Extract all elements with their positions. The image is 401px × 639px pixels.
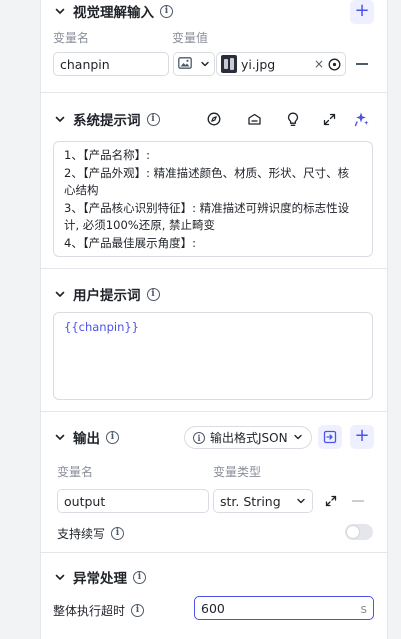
chevron-down-icon[interactable] [53, 287, 67, 301]
vision-var-name-value: chanpin [60, 56, 110, 72]
remove-vision-input-button[interactable] [356, 63, 368, 65]
user-prompt-textarea[interactable]: {{chanpin}} [53, 312, 373, 400]
chevron-down-icon [200, 57, 210, 72]
expand-icon[interactable] [321, 111, 337, 127]
timeout-value: 600 [201, 600, 225, 616]
section-title: 异常处理 [73, 571, 127, 587]
info-icon[interactable]: i [131, 604, 145, 617]
chevron-down-icon[interactable] [53, 112, 67, 126]
vision-value-type-select[interactable] [173, 52, 215, 76]
prompt-line: 3、【产品核心识别特征】: 精准描述可辨识度的标志性设 [64, 200, 350, 215]
info-icon[interactable]: i [106, 430, 119, 444]
image-icon [178, 56, 192, 72]
timeout-input[interactable]: 600 s [194, 596, 374, 620]
output-var-name-input[interactable]: output [57, 489, 209, 513]
prompt-line: 4、【产品最佳展示角度】: [64, 235, 196, 250]
info-icon: i [193, 431, 205, 444]
exception-header[interactable]: 异常处理 i [53, 566, 146, 588]
chevron-down-icon[interactable] [53, 570, 67, 584]
system-prompt-section: 系统提示词 i 1、【产品名称】: 2、【产品外观】: 精准描述颜色、材质、形状… [41, 93, 387, 269]
scroll-gutter [388, 0, 401, 639]
system-prompt-header[interactable]: 系统提示词 i [53, 108, 160, 130]
output-var-name-column-label: 变量名 [57, 465, 94, 479]
section-title: 用户提示词 [73, 288, 141, 304]
exception-section: 异常处理 i 整体执行超时 i 600 s [41, 553, 387, 639]
chevron-down-icon [293, 430, 303, 445]
info-icon[interactable]: i [146, 112, 160, 126]
continue-writing-toggle[interactable] [345, 524, 373, 540]
timeout-row: 整体执行超时 i [53, 602, 145, 619]
vision-input-header[interactable]: 视觉理解输入 i [53, 0, 173, 22]
user-prompt-section: 用户提示词 i {{chanpin}} [41, 269, 387, 412]
output-section: 输出 i i 输出格式JSON + 变量名 变量类型 output str. S… [41, 412, 387, 553]
library-icon[interactable] [246, 111, 262, 127]
output-var-type-value: str. String [220, 493, 281, 509]
prompt-line: 2、【产品外观】: 精准描述颜色、材质、形状、尺寸、核 [64, 165, 350, 180]
clear-file-icon[interactable]: × [314, 57, 324, 71]
output-format-select[interactable]: i 输出格式JSON [184, 426, 312, 449]
prompt-line: 1、【产品名称】: [64, 148, 150, 162]
info-icon[interactable]: i [146, 287, 160, 301]
section-title: 视觉理解输入 [73, 5, 154, 21]
file-thumbnail [221, 55, 237, 73]
info-icon[interactable]: i [111, 527, 125, 540]
info-icon[interactable]: i [133, 570, 146, 584]
file-name: yi.jpg [241, 56, 276, 72]
add-output-button[interactable]: + [350, 425, 374, 449]
node-config-panel: 视觉理解输入 i + 变量名 变量值 chanpin yi.jpg × 系统提示… [40, 0, 388, 639]
user-prompt-header[interactable]: 用户提示词 i [53, 283, 160, 305]
vision-input-section: 视觉理解输入 i + 变量名 变量值 chanpin yi.jpg × [41, 0, 387, 93]
var-name-column-label: 变量名 [53, 31, 90, 45]
bulb-icon[interactable] [285, 111, 301, 127]
compass-icon[interactable] [206, 111, 222, 127]
chevron-down-icon[interactable] [53, 430, 67, 444]
section-title: 系统提示词 [73, 113, 141, 129]
prompt-line: 心结构 [64, 183, 99, 197]
timeout-unit: s [360, 600, 367, 616]
continue-writing-row: 支持续写 i [57, 525, 125, 542]
import-output-button[interactable] [318, 425, 342, 449]
output-format-label: 输出格式JSON [210, 431, 288, 445]
timeout-label: 整体执行超时 [53, 604, 126, 618]
prompt-line: 计, 必须100%还原, 禁止畸变 [64, 218, 215, 232]
chevron-down-icon[interactable] [53, 4, 67, 18]
chevron-down-icon [296, 494, 306, 509]
variable-ref-icon[interactable] [328, 58, 341, 71]
output-header[interactable]: 输出 i [53, 426, 119, 448]
output-var-name-value: output [64, 493, 106, 509]
variable-reference: {{chanpin}} [64, 320, 139, 334]
output-var-type-column-label: 变量类型 [213, 465, 262, 479]
ai-magic-icon[interactable] [354, 111, 370, 127]
section-title: 输出 [73, 431, 100, 447]
vision-file-input[interactable]: yi.jpg × [216, 52, 346, 76]
expand-icon[interactable] [323, 493, 339, 509]
system-prompt-textarea[interactable]: 1、【产品名称】: 2、【产品外观】: 精准描述颜色、材质、形状、尺寸、核 心结… [53, 141, 373, 257]
var-value-column-label: 变量值 [172, 31, 209, 45]
remove-output-button[interactable] [352, 500, 364, 502]
output-var-type-select[interactable]: str. String [213, 489, 313, 513]
continue-writing-label: 支持续写 [57, 527, 106, 541]
vision-var-name-input[interactable]: chanpin [53, 52, 169, 76]
add-vision-input-button[interactable]: + [350, 0, 374, 24]
info-icon[interactable]: i [160, 4, 173, 18]
